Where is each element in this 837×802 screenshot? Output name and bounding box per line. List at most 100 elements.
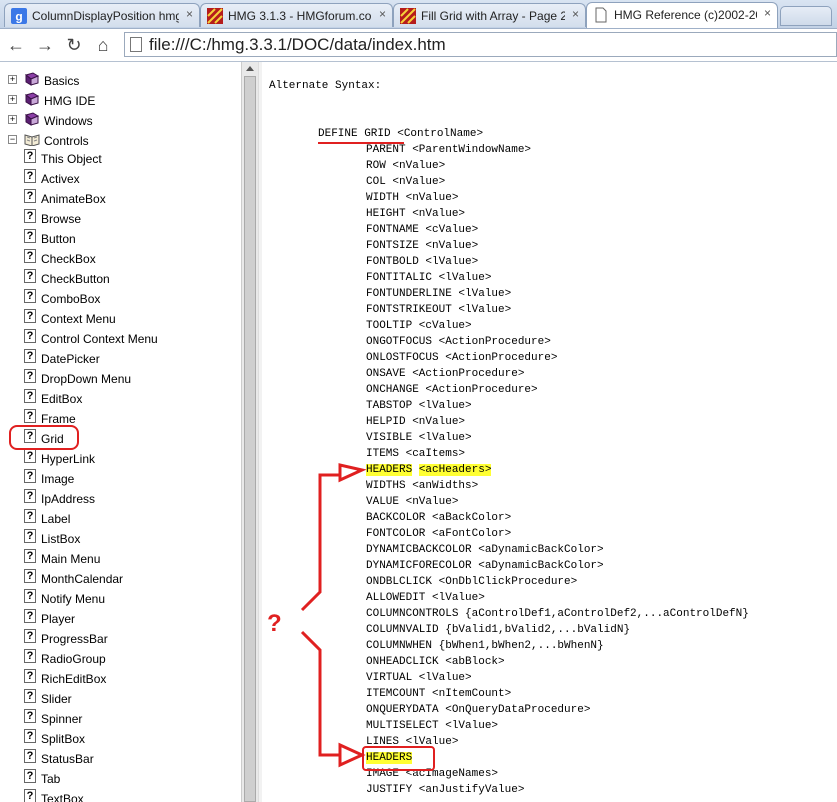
help-topic-icon: ? — [24, 309, 36, 323]
tree-item-label: SplitBox — [41, 732, 86, 746]
tree-item-label: DropDown Menu — [41, 372, 132, 386]
tree-item-label: MonthCalendar — [41, 572, 124, 586]
address-bar[interactable]: file:///C:/hmg.3.3.1/DOC/data/index.htm — [124, 32, 837, 57]
scroll-up-arrow-icon[interactable] — [246, 66, 254, 71]
google-g-icon: g — [11, 8, 27, 24]
help-topic-icon: ? — [24, 409, 36, 423]
help-topic-icon: ? — [24, 449, 36, 463]
tree-item-label: IpAddress — [41, 492, 96, 506]
tree-item-label: Slider — [41, 692, 72, 706]
help-topic-icon: ? — [24, 489, 36, 503]
help-topic-icon: ? — [24, 289, 36, 303]
hmg-forum-icon — [207, 8, 223, 24]
expand-icon[interactable]: + — [8, 75, 17, 84]
tree-item-label: Player — [41, 612, 76, 626]
help-topic-icon: ? — [24, 149, 36, 163]
tree-item-label: Image — [41, 472, 75, 486]
close-icon[interactable]: × — [379, 7, 386, 21]
book-icon — [24, 72, 40, 86]
tree-item-label: ProgressBar — [41, 632, 108, 646]
page-icon — [130, 37, 142, 52]
reload-button[interactable]: ↻ — [62, 33, 86, 57]
help-topic-icon: ? — [24, 349, 36, 363]
home-icon: ⌂ — [97, 35, 109, 55]
scrollbar-thumb[interactable] — [244, 76, 256, 802]
tab-fill-grid[interactable]: Fill Grid with Array - Page 2 - × — [393, 3, 586, 27]
sidebar-scrollbar[interactable] — [241, 62, 258, 802]
tree-item-label: Browse — [41, 212, 82, 226]
hmg-forum-icon — [400, 8, 416, 24]
tree-item-label: StatusBar — [41, 752, 94, 766]
help-topic-icon: ? — [24, 229, 36, 243]
tab-hmg-forum[interactable]: HMG 3.1.3 - HMGforum.com × — [200, 3, 393, 27]
help-topic-icon: ? — [24, 529, 36, 543]
forward-arrow-icon: → — [36, 35, 54, 55]
tree-item-label: ListBox — [41, 532, 81, 546]
tree-item-label: Activex — [41, 172, 80, 186]
help-topic-icon: ? — [24, 469, 36, 483]
tab-strip: g ColumnDisplayPosition hmg - × HMG 3.1.… — [0, 0, 837, 29]
browser-toolbar: ← → ↻ ⌂ file:///C:/hmg.3.3.1/DOC/data/in… — [0, 29, 837, 62]
tree-item-label: CheckButton — [41, 272, 110, 286]
forward-button[interactable]: → — [33, 33, 57, 57]
tree-item-label: DatePicker — [41, 352, 100, 366]
tab-title: HMG 3.1.3 - HMGforum.com — [228, 9, 372, 23]
help-topic-icon: ? — [24, 689, 36, 703]
tree-item-label: TextBox — [41, 792, 84, 802]
tree-item-label: Label — [41, 512, 71, 526]
help-topic-icon: ? — [24, 389, 36, 403]
close-icon[interactable]: × — [186, 7, 193, 21]
help-topic-icon: ? — [24, 169, 36, 183]
tree-node-label: Windows — [44, 114, 93, 128]
tree-item-label: RichEditBox — [41, 672, 107, 686]
help-topic-icon: ? — [24, 569, 36, 583]
help-topic-icon: ? — [24, 649, 36, 663]
tab-columndisplayposition[interactable]: g ColumnDisplayPosition hmg - × — [4, 3, 200, 27]
close-icon[interactable]: × — [764, 6, 771, 20]
help-topic-icon: ? — [24, 749, 36, 763]
reload-icon: ↻ — [66, 35, 82, 55]
tree-item-label: This Object — [41, 152, 102, 166]
collapse-icon[interactable]: − — [8, 135, 17, 144]
expand-icon[interactable]: + — [8, 95, 17, 104]
tab-title: Fill Grid with Array - Page 2 - — [421, 9, 565, 23]
svg-text:g: g — [15, 10, 22, 24]
tree-item-label: EditBox — [41, 392, 83, 406]
tree-item-label: Notify Menu — [41, 592, 106, 606]
book-icon — [24, 112, 40, 126]
tree-item-label: HyperLink — [41, 452, 96, 466]
help-topic-icon: ? — [24, 589, 36, 603]
tree-item-label: Frame — [41, 412, 76, 426]
url-text[interactable]: file:///C:/hmg.3.3.1/DOC/data/index.htm — [149, 35, 446, 55]
help-topic-icon: ? — [24, 769, 36, 783]
tree-item-label: Control Context Menu — [41, 332, 158, 346]
help-topic-icon: ? — [24, 509, 36, 523]
tree-item-label: Main Menu — [41, 552, 101, 566]
help-topic-icon: ? — [24, 709, 36, 723]
help-topic-icon: ? — [24, 329, 36, 343]
tree-item-label: Tab — [41, 772, 61, 786]
open-book-icon — [24, 134, 40, 146]
help-topic-icon: ? — [24, 629, 36, 643]
back-button[interactable]: ← — [4, 33, 28, 57]
grid-highlight-annotation — [9, 425, 79, 450]
expand-icon[interactable]: + — [8, 115, 17, 124]
arrow-annotation — [300, 463, 367, 768]
new-tab-button[interactable] — [780, 6, 832, 26]
back-arrow-icon: ← — [7, 35, 25, 55]
tree-node-label: HMG IDE — [44, 94, 96, 108]
help-topic-icon: ? — [24, 369, 36, 383]
help-topic-icon: ? — [24, 729, 36, 743]
tree-item-label: RadioGroup — [41, 652, 106, 666]
help-topic-icon: ? — [24, 549, 36, 563]
help-topic-icon: ? — [24, 669, 36, 683]
home-button[interactable]: ⌂ — [91, 33, 115, 57]
tab-hmg-reference[interactable]: HMG Reference (c)2002-201 × — [586, 2, 778, 28]
page-icon — [595, 7, 607, 23]
tab-title: HMG Reference (c)2002-201 — [614, 8, 757, 22]
help-topic-icon: ? — [24, 189, 36, 203]
help-topic-icon: ? — [24, 269, 36, 283]
topic-content: Alternate Syntax: DEFINE GRID <ControlNa… — [262, 62, 837, 802]
close-icon[interactable]: × — [572, 7, 579, 21]
tree-item-label: Context Menu — [41, 312, 116, 326]
